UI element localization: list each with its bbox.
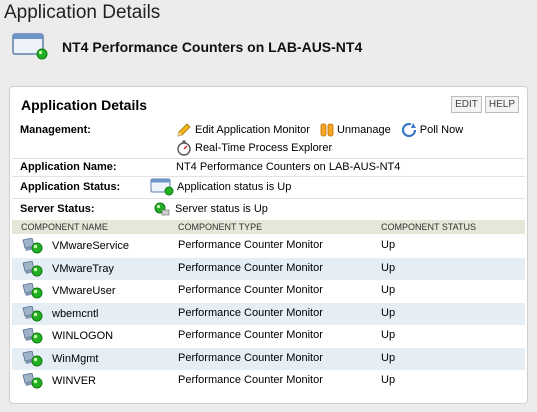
component-status: Up xyxy=(381,351,396,364)
component-type: Performance Counter Monitor xyxy=(178,239,323,251)
component-type: Performance Counter Monitor xyxy=(178,306,323,319)
table-row[interactable]: VMwareTray Performance Counter Monitor Up xyxy=(12,257,525,280)
poll-now-link[interactable]: Poll Now xyxy=(401,122,463,138)
application-status-icon xyxy=(150,178,174,196)
management-links-row2: Real-Time Process Explorer xyxy=(176,140,342,156)
component-monitor-icon xyxy=(22,238,43,254)
application-status-row: Application Status: Application status i… xyxy=(12,176,525,199)
table-row[interactable]: VMwareUser Performance Counter Monitor Up xyxy=(12,280,525,302)
server-status-row: Server Status: Server status is Up xyxy=(12,198,525,220)
server-status-value: Server status is Up xyxy=(175,203,268,215)
component-monitor-icon xyxy=(22,283,43,299)
table-row[interactable]: VMwareService Performance Counter Monitor… xyxy=(12,235,525,257)
edit-button[interactable]: EDIT xyxy=(451,96,482,113)
component-type: Performance Counter Monitor xyxy=(178,284,323,296)
application-details-panel: Application Details EDIT HELP Management… xyxy=(9,86,528,404)
column-header-name[interactable]: COMPONENT NAME xyxy=(21,222,108,232)
table-row[interactable]: WINVER Performance Counter Monitor Up xyxy=(12,370,525,392)
component-status: Up xyxy=(381,239,396,251)
application-status-value: Application status is Up xyxy=(177,181,292,193)
application-name-value: NT4 Performance Counters on LAB-AUS-NT4 xyxy=(176,161,401,173)
stopwatch-icon xyxy=(177,140,191,156)
component-type: Performance Counter Monitor xyxy=(178,329,323,341)
component-name[interactable]: WINVER xyxy=(52,375,96,387)
component-type: Performance Counter Monitor xyxy=(178,374,323,386)
refresh-icon xyxy=(401,122,416,138)
component-name[interactable]: WinMgmt xyxy=(52,353,98,365)
real-time-process-explorer-link[interactable]: Real-Time Process Explorer xyxy=(176,140,332,156)
table-row[interactable]: WINLOGON Performance Counter Monitor Up xyxy=(12,325,525,347)
component-name[interactable]: wbemcntl xyxy=(52,308,98,320)
component-name[interactable]: WINLOGON xyxy=(52,330,113,342)
unmanage-link[interactable]: Unmanage xyxy=(320,122,391,138)
component-name[interactable]: VMwareUser xyxy=(52,285,116,297)
component-monitor-icon xyxy=(22,350,43,366)
component-status: Up xyxy=(381,329,396,341)
component-name[interactable]: VMwareTray xyxy=(52,263,114,275)
component-monitor-icon xyxy=(22,373,43,389)
application-name-label: Application Name: xyxy=(20,161,117,173)
application-window-icon xyxy=(12,33,48,60)
app-header-title: NT4 Performance Counters on LAB-AUS-NT4 xyxy=(62,39,363,55)
help-button[interactable]: HELP xyxy=(484,96,519,113)
component-monitor-icon xyxy=(22,328,43,344)
table-row[interactable]: WinMgmt Performance Counter Monitor Up xyxy=(12,347,525,370)
application-status-label: Application Status: xyxy=(20,181,121,193)
component-name[interactable]: VMwareService xyxy=(52,240,129,252)
column-header-type[interactable]: COMPONENT TYPE xyxy=(178,222,262,232)
component-type: Performance Counter Monitor xyxy=(178,351,323,364)
management-links: Edit Application Monitor Unmanage Poll N… xyxy=(176,122,473,138)
server-status-label: Server Status: xyxy=(20,203,95,215)
application-name-row: Application Name: NT4 Performance Counte… xyxy=(12,158,525,177)
components-table-header: COMPONENT NAME COMPONENT TYPE COMPONENT … xyxy=(12,220,525,234)
component-status: Up xyxy=(381,374,396,386)
panel-title: Application Details xyxy=(21,97,148,113)
component-monitor-icon xyxy=(22,260,43,276)
edit-application-monitor-link[interactable]: Edit Application Monitor xyxy=(176,122,310,138)
component-status: Up xyxy=(381,284,396,296)
table-row[interactable]: wbemcntl Performance Counter Monitor Up xyxy=(12,302,525,325)
component-monitor-icon xyxy=(22,305,43,321)
app-header: NT4 Performance Counters on LAB-AUS-NT4 xyxy=(12,32,362,60)
pause-icon xyxy=(320,123,334,137)
component-status: Up xyxy=(381,261,396,274)
column-header-status[interactable]: COMPONENT STATUS xyxy=(381,222,476,232)
component-type: Performance Counter Monitor xyxy=(178,261,323,274)
component-status: Up xyxy=(381,306,396,319)
pencil-icon xyxy=(177,123,191,137)
management-label: Management: xyxy=(20,124,91,136)
page-title: Application Details xyxy=(4,2,161,23)
server-status-icon xyxy=(154,202,170,216)
management-row: Management: Edit Application Monitor Unm… xyxy=(12,119,525,159)
